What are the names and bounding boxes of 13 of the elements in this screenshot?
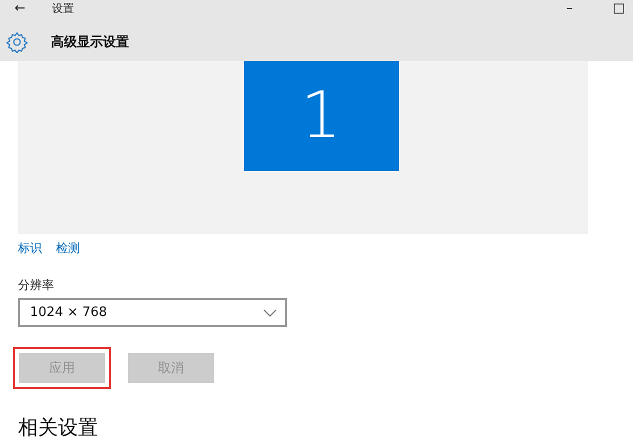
field-label: 分辨率 [18,277,55,294]
settings-icon [6,31,28,53]
section-heading: 相关设置 [18,415,99,439]
chevron-down-icon [263,308,277,316]
back-button[interactable]: ← [10,1,30,17]
monitor-tile[interactable]: 1 [244,61,398,171]
link[interactable]: 标识 [18,239,42,257]
page-title: 高级显示设置 [51,34,129,51]
window-title: 设置 [52,1,74,17]
resolution-dropdown[interactable]: 1024 × 768 [18,298,287,327]
minimize-button[interactable]: – [566,1,573,17]
maximize-button[interactable]: □ [612,1,625,17]
link[interactable]: 检测 [56,239,80,257]
